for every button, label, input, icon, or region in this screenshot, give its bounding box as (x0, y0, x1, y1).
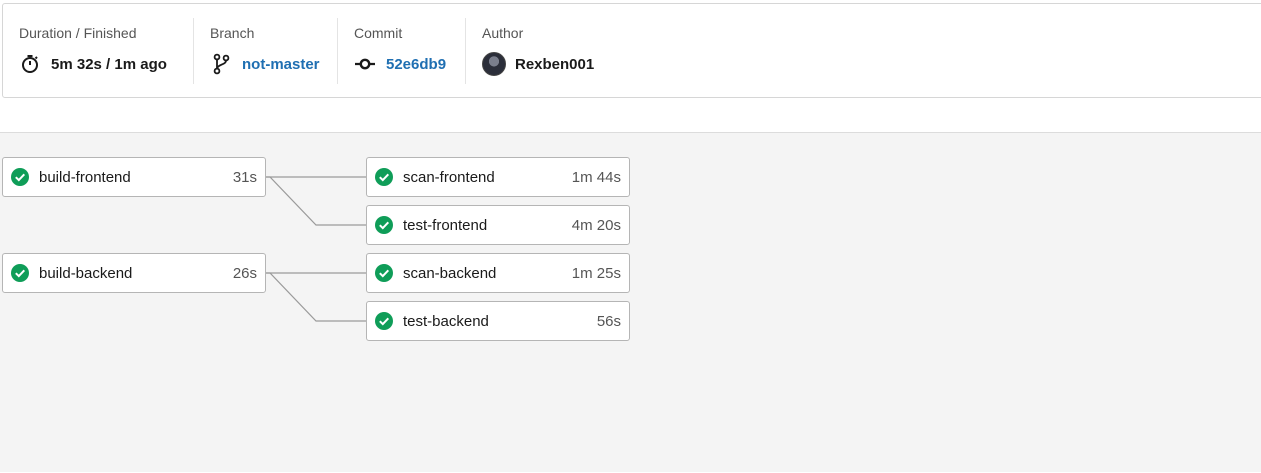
connector-line (266, 176, 366, 226)
stopwatch-icon (19, 53, 41, 75)
summary-divider (193, 18, 194, 84)
git-commit-icon (354, 53, 376, 75)
job-name: scan-frontend (403, 168, 495, 186)
success-check-icon (11, 168, 29, 186)
author-label: Author (482, 25, 524, 41)
success-check-icon (375, 168, 393, 186)
job-name: scan-backend (403, 264, 497, 282)
job-duration: 4m 20s (571, 216, 621, 234)
success-check-icon (375, 216, 393, 234)
job-duration: 26s (232, 264, 257, 282)
job-name: build-frontend (39, 168, 131, 186)
job-duration: 1m 25s (571, 264, 621, 282)
avatar (482, 52, 506, 76)
branch-label: Branch (210, 25, 255, 41)
pipeline-graph: build-frontend 31s scan-frontend 1m 44s … (0, 132, 1261, 472)
job-duration: 1m 44s (571, 168, 621, 186)
commit-label: Commit (354, 25, 403, 41)
success-check-icon (11, 264, 29, 282)
job-duration: 31s (232, 168, 257, 186)
connector-line (266, 272, 366, 322)
job-test-backend[interactable]: test-backend 56s (366, 301, 630, 341)
job-name: test-backend (403, 312, 489, 330)
success-check-icon (375, 312, 393, 330)
job-scan-backend[interactable]: scan-backend 1m 25s (366, 253, 630, 293)
job-build-frontend[interactable]: build-frontend 31s (2, 157, 266, 197)
author-name: Rexben001 (515, 55, 595, 73)
success-check-icon (375, 264, 393, 282)
summary-divider (465, 18, 466, 84)
commit-link[interactable]: 52e6db9 (386, 56, 446, 73)
job-duration: 56s (596, 312, 621, 330)
job-test-frontend[interactable]: test-frontend 4m 20s (366, 205, 630, 245)
git-branch-icon (210, 53, 232, 75)
job-name: test-frontend (403, 216, 488, 234)
duration-label: Duration / Finished (19, 25, 137, 41)
pipeline-summary-card: Duration / Finished 5m 32s / 1m ago Bran… (2, 3, 1261, 98)
summary-divider (337, 18, 338, 84)
job-scan-frontend[interactable]: scan-frontend 1m 44s (366, 157, 630, 197)
job-build-backend[interactable]: build-backend 26s (2, 253, 266, 293)
branch-link[interactable]: not-master (242, 56, 320, 73)
duration-value: 5m 32s / 1m ago (51, 55, 167, 73)
job-name: build-backend (39, 264, 133, 282)
